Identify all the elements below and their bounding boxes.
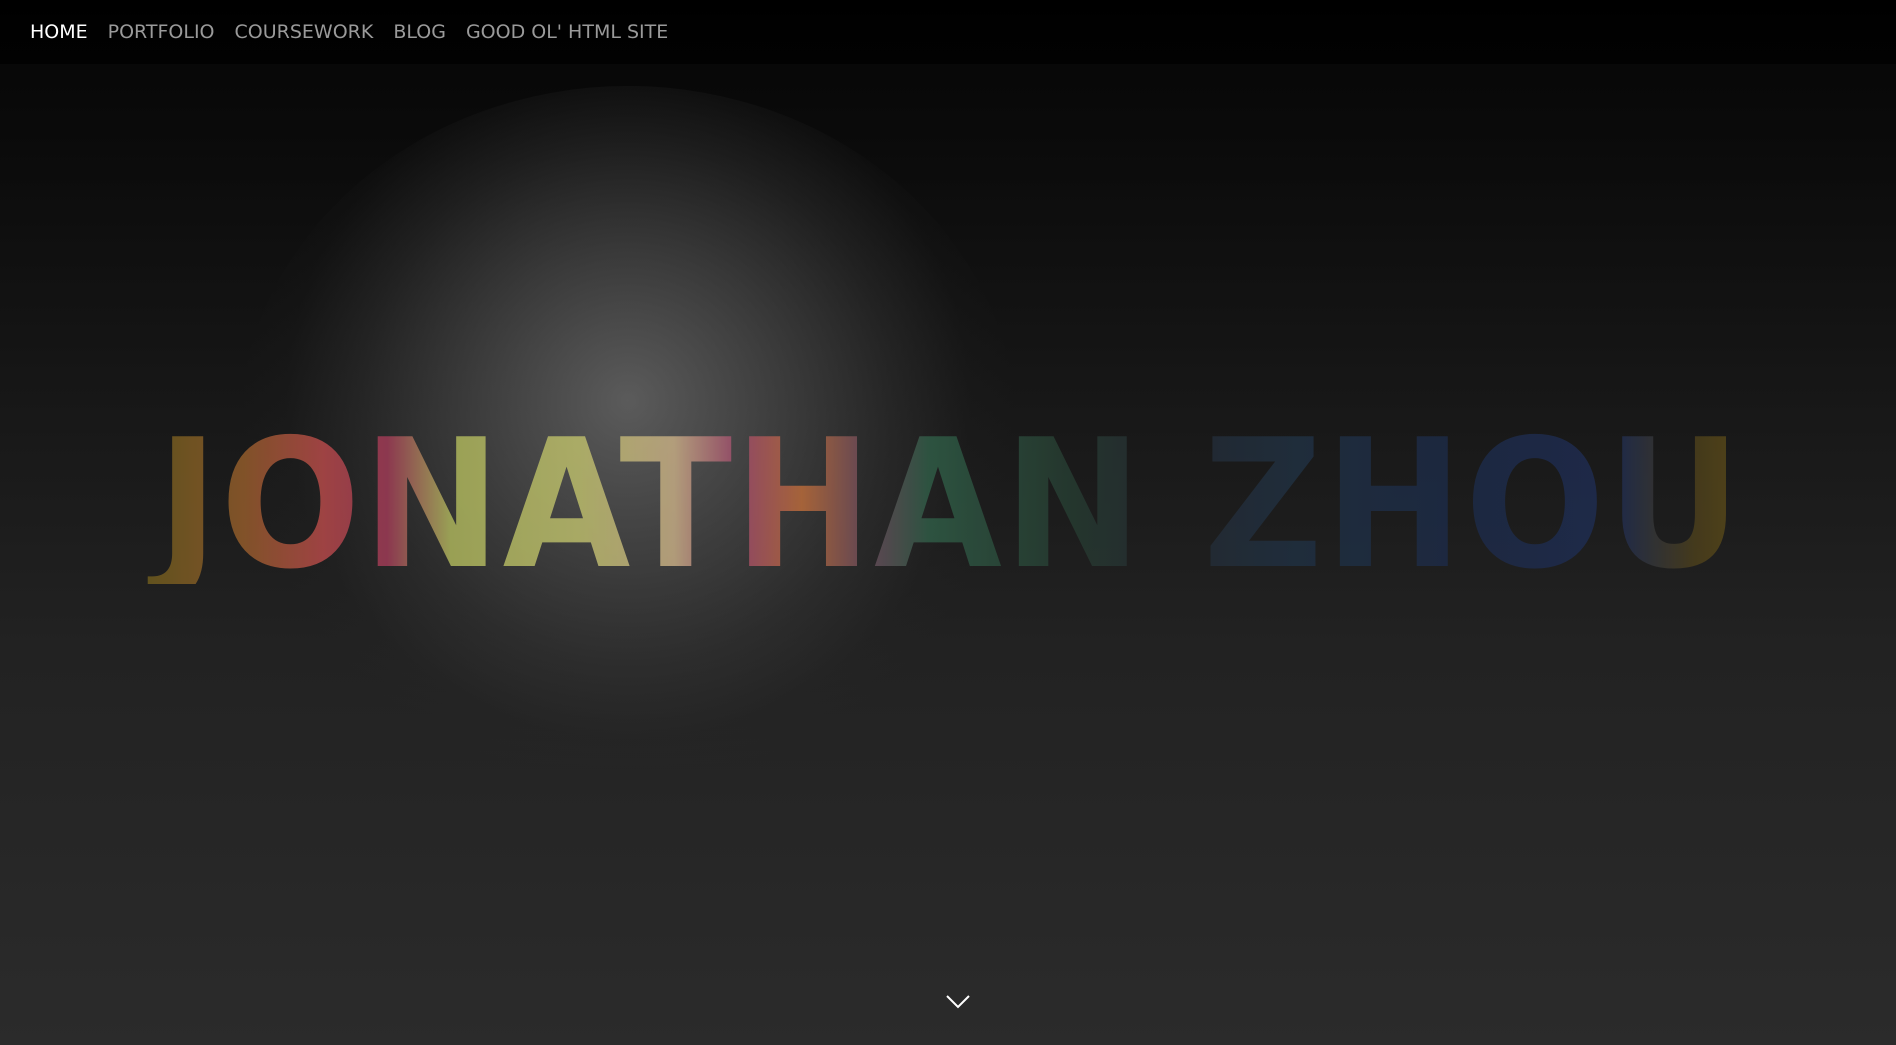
hero-section: JONATHAN ZHOU	[0, 0, 1896, 1045]
scroll-down-button[interactable]	[945, 993, 971, 1011]
nav-coursework[interactable]: COURSEWORK	[235, 19, 374, 45]
hero-title: JONATHAN ZHOU	[148, 404, 1743, 584]
nav-html-site[interactable]: GOOD OL' HTML SITE	[466, 19, 668, 45]
main-nav: HOME PORTFOLIO COURSEWORK BLOG GOOD OL' …	[30, 19, 668, 45]
nav-blog[interactable]: BLOG	[393, 19, 446, 45]
nav-portfolio[interactable]: PORTFOLIO	[108, 19, 215, 45]
hero-title-container: JONATHAN ZHOU	[140, 404, 1760, 584]
chevron-down-icon	[946, 995, 970, 1009]
hero-title-graphic: JONATHAN ZHOU	[148, 404, 1743, 584]
nav-home[interactable]: HOME	[30, 19, 88, 45]
top-navigation-bar: HOME PORTFOLIO COURSEWORK BLOG GOOD OL' …	[0, 0, 1896, 64]
